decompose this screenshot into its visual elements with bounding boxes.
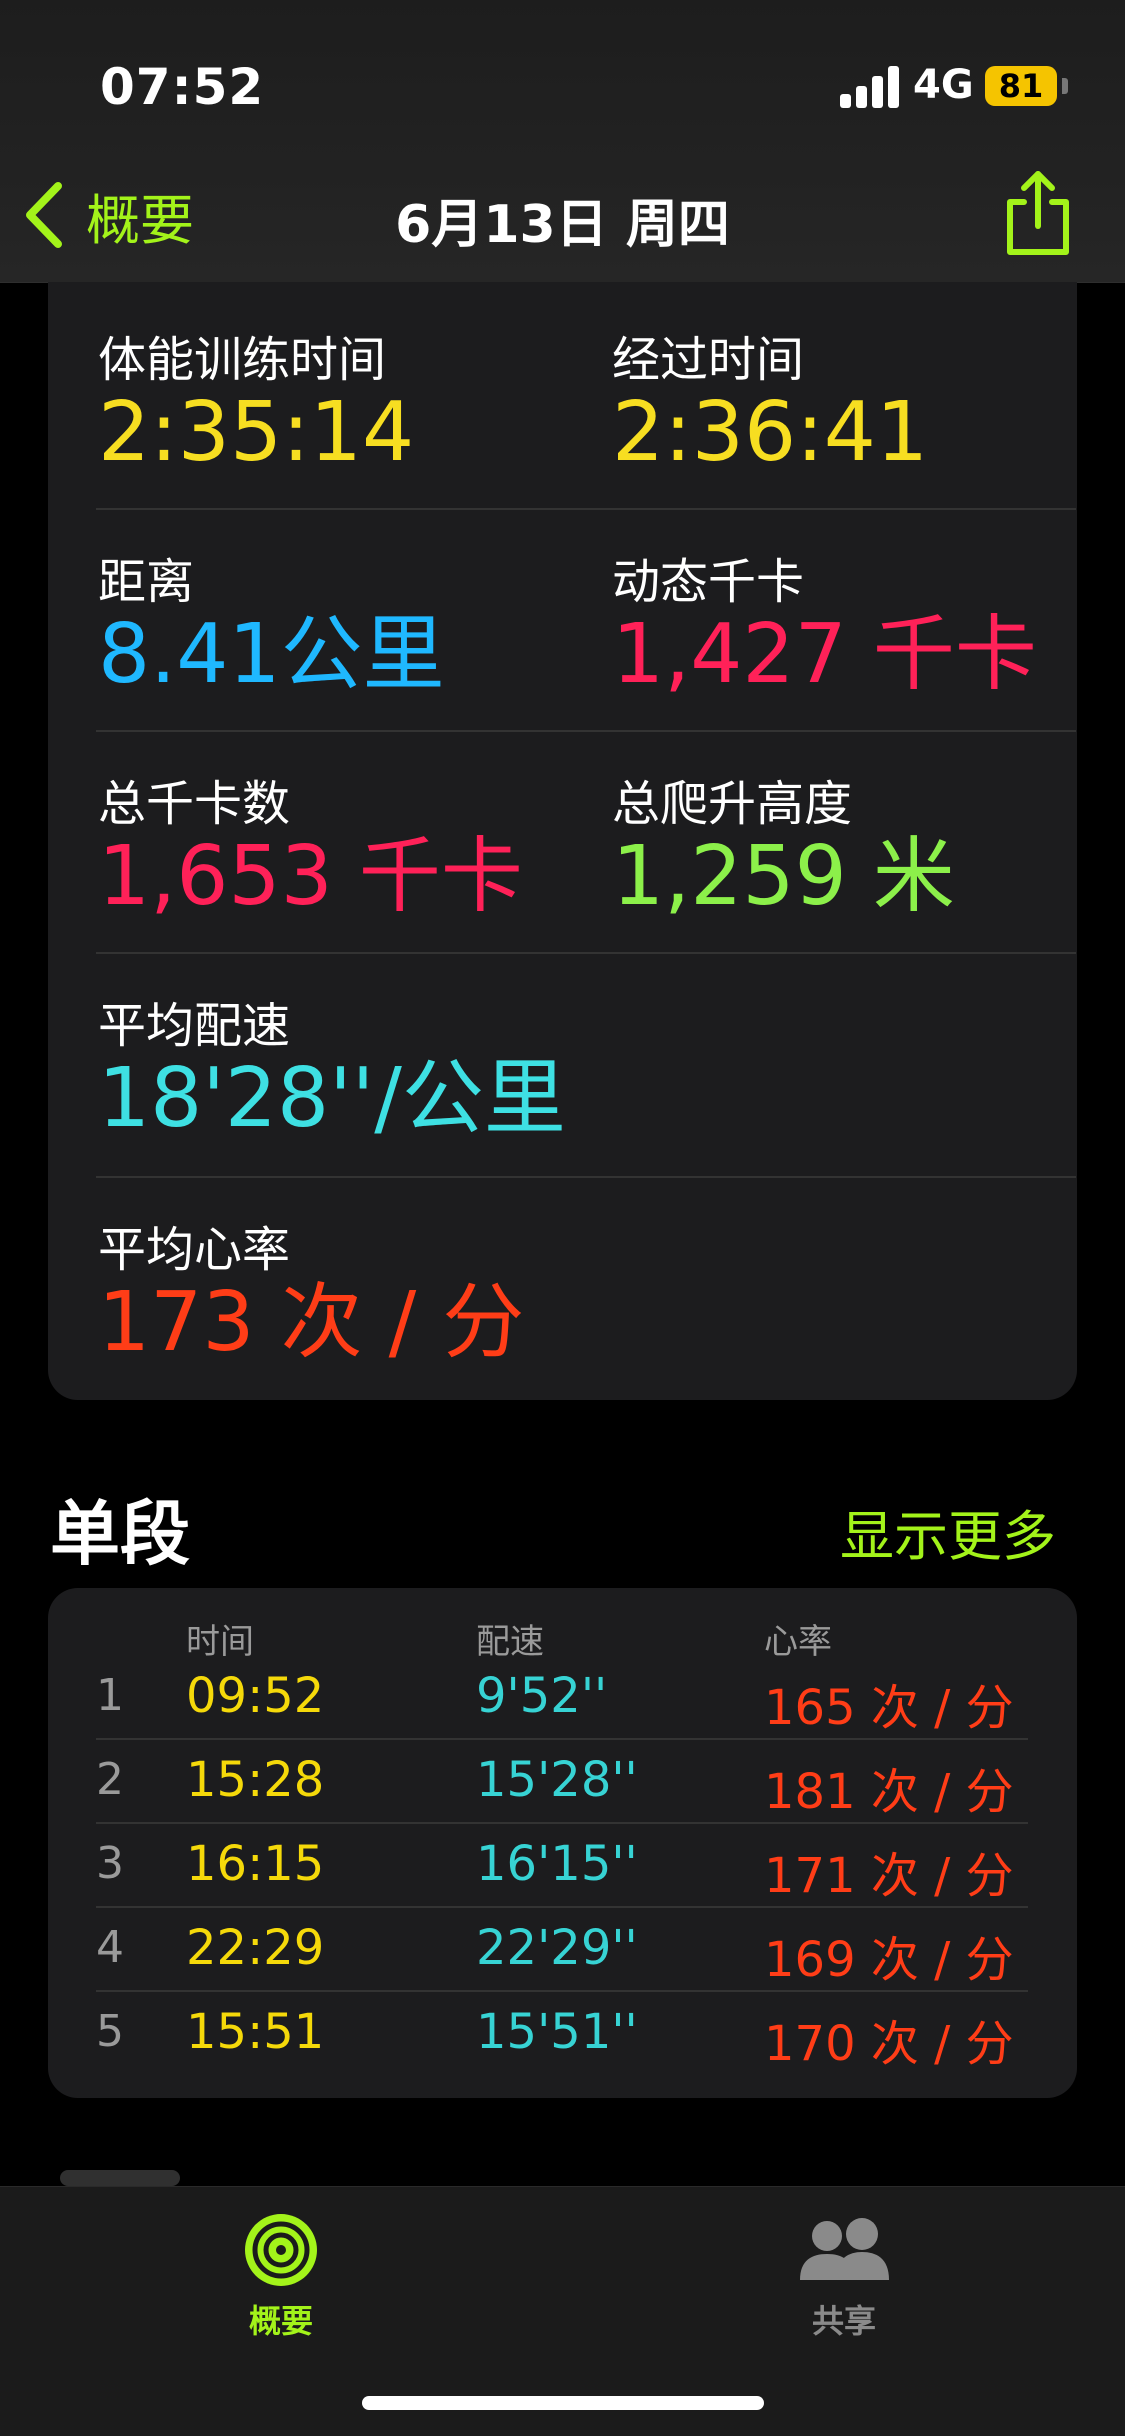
split-heart-rate: 169 次 / 分 — [764, 1932, 1014, 1988]
stat-value: 2:35:14 — [98, 385, 415, 480]
stat-value: 1,259 米 — [612, 829, 955, 924]
stat-label: 距离 — [98, 554, 195, 610]
stat-label: 经过时间 — [612, 332, 805, 388]
split-time: 22:29 — [186, 1920, 325, 1976]
workout-stats-card: 体能训练时间 2:35:14 经过时间 2:36:41 距离 8.41公里 动态… — [48, 282, 1077, 1400]
split-row[interactable]: 5 15:51 15'51'' 170 次 / 分 — [48, 1992, 1077, 2076]
stat-distance: 距离 8.41公里 — [98, 542, 445, 698]
status-bar: 07:52 4G 81 — [0, 0, 1125, 170]
stat-value: 8.41公里 — [98, 607, 445, 702]
network-type: 4G — [913, 62, 974, 108]
divider — [96, 508, 1076, 510]
stat-label: 体能训练时间 — [98, 332, 387, 388]
stat-value: 1,653 千卡 — [98, 829, 523, 924]
page-title: 6月13日 周四 — [395, 195, 730, 255]
tab-sharing[interactable]: 共享 — [744, 2210, 944, 2342]
cellular-signal-icon — [840, 66, 902, 108]
battery-tip — [1062, 78, 1068, 94]
battery-level: 81 — [998, 67, 1044, 105]
split-index: 2 — [96, 1754, 124, 1805]
split-index: 3 — [96, 1838, 124, 1889]
home-indicator[interactable] — [362, 2396, 764, 2410]
stat-value: 1,427 千卡 — [612, 607, 1037, 702]
split-index: 5 — [96, 2006, 124, 2057]
divider — [96, 952, 1076, 954]
stat-elapsed-time: 经过时间 2:36:41 — [612, 320, 928, 476]
tab-summary[interactable]: 概要 — [181, 2210, 381, 2342]
stat-label: 平均心率 — [98, 1222, 291, 1278]
stat-label: 总爬升高度 — [612, 776, 853, 832]
split-time: 15:28 — [186, 1752, 325, 1808]
tab-label: 概要 — [248, 2302, 313, 2340]
next-section-peek — [60, 2170, 180, 2186]
workout-detail-screen: 07:52 4G 81 概要 6月13日 周四 体能训练时间 2:35:14 经 — [0, 0, 1125, 2436]
split-row[interactable]: 1 09:52 9'52'' 165 次 / 分 — [48, 1656, 1077, 1740]
split-pace: 9'52'' — [476, 1668, 608, 1724]
stat-label: 动态千卡 — [612, 554, 805, 610]
status-time: 07:52 — [100, 58, 265, 116]
stat-average-pace: 平均配速 18'28''/公里 — [98, 986, 566, 1142]
stat-workout-time: 体能训练时间 2:35:14 — [98, 320, 414, 476]
split-row[interactable]: 2 15:28 15'28'' 181 次 / 分 — [48, 1740, 1077, 1824]
split-row[interactable]: 4 22:29 22'29'' 169 次 / 分 — [48, 1908, 1077, 1992]
split-index: 1 — [96, 1670, 124, 1721]
split-time: 16:15 — [186, 1836, 325, 1892]
split-time: 09:52 — [186, 1668, 325, 1724]
share-icon[interactable] — [1000, 168, 1076, 258]
divider — [96, 1176, 1076, 1178]
people-icon — [800, 2218, 889, 2280]
split-index: 4 — [96, 1922, 124, 1973]
splits-section-title: 单段 — [50, 1493, 190, 1575]
split-pace: 16'15'' — [476, 1836, 638, 1892]
split-row[interactable]: 3 16:15 16'15'' 171 次 / 分 — [48, 1824, 1077, 1908]
split-heart-rate: 165 次 / 分 — [764, 1680, 1014, 1736]
stat-value: 2:36:41 — [612, 385, 929, 480]
split-heart-rate: 170 次 / 分 — [764, 2016, 1014, 2072]
split-pace: 22'29'' — [476, 1920, 638, 1976]
tab-label: 共享 — [811, 2302, 876, 2340]
split-heart-rate: 181 次 / 分 — [764, 1764, 1014, 1820]
stat-active-calories: 动态千卡 1,427 千卡 — [612, 542, 1037, 698]
stat-total-calories: 总千卡数 1,653 千卡 — [98, 764, 523, 920]
battery-icon: 81 — [985, 66, 1057, 106]
stat-value: 173 次 / 分 — [98, 1275, 525, 1370]
stat-average-heart-rate: 平均心率 173 次 / 分 — [98, 1210, 524, 1366]
stat-label: 平均配速 — [98, 998, 291, 1054]
activity-rings-icon — [245, 2214, 317, 2286]
stat-label: 总千卡数 — [98, 776, 291, 832]
stat-elevation-gain: 总爬升高度 1,259 米 — [612, 764, 955, 920]
divider — [96, 730, 1076, 732]
split-heart-rate: 171 次 / 分 — [764, 1848, 1014, 1904]
split-time: 15:51 — [186, 2004, 325, 2060]
split-pace: 15'28'' — [476, 1752, 638, 1808]
split-pace: 15'51'' — [476, 2004, 638, 2060]
stat-value: 18'28''/公里 — [98, 1051, 566, 1146]
show-more-link[interactable]: 显示更多 — [840, 1492, 1056, 1571]
